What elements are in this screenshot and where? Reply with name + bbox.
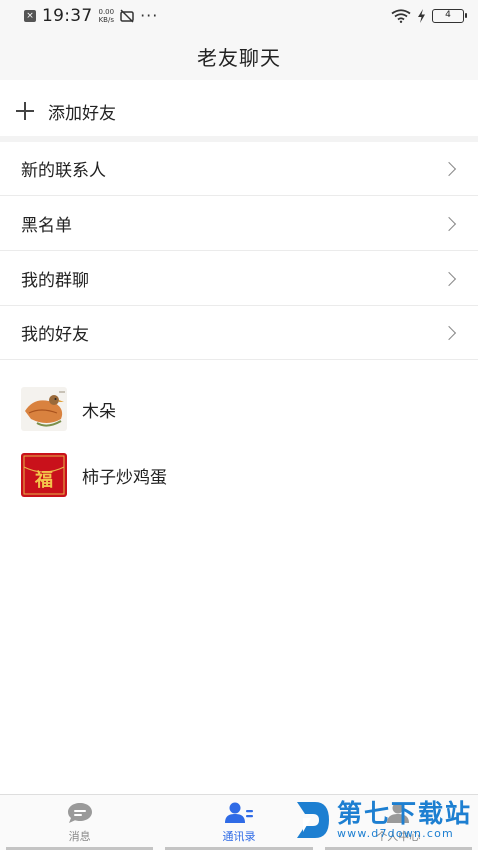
contact-name: 柿子炒鸡蛋 — [82, 467, 167, 488]
fu-red-envelope-image: 福 — [21, 453, 67, 497]
screen-record-icon — [120, 9, 134, 23]
battery-icon: 4 — [432, 9, 467, 23]
tab-label: 个人中心 — [376, 830, 421, 843]
plus-icon — [16, 102, 34, 120]
tab-label: 通讯录 — [222, 830, 256, 843]
bird-on-leaf-image — [21, 387, 67, 431]
chevron-right-icon — [441, 161, 457, 176]
notification-icon: × — [24, 10, 36, 22]
avatar — [21, 387, 67, 431]
network-speed-unit: KB/s — [98, 16, 114, 24]
tab-contacts[interactable]: 通讯录 — [159, 795, 318, 850]
menu-item-label: 新的联系人 — [21, 161, 106, 181]
status-bar: × 19:37 0.00 KB/s ··· 4 — [0, 0, 478, 32]
menu-item-label: 我的群聊 — [21, 271, 89, 291]
network-speed-value: 0.00 — [98, 8, 115, 16]
menu-item-my-friends[interactable]: 我的好友 — [0, 306, 478, 360]
tab-profile[interactable]: 个人中心 — [319, 795, 478, 850]
menu-item-label: 我的好友 — [21, 325, 89, 345]
contact-name: 木朵 — [82, 401, 116, 422]
chevron-right-icon — [441, 271, 457, 286]
fu-character: 福 — [34, 469, 53, 491]
tab-messages[interactable]: 消息 — [0, 795, 159, 850]
wifi-icon — [391, 9, 411, 23]
tab-label: 消息 — [68, 830, 91, 843]
chat-bubble-icon — [67, 803, 92, 823]
menu-item-label: 黑名单 — [21, 216, 72, 236]
app-header: 老友聊天 — [0, 32, 478, 80]
menu-item-new-contacts[interactable]: 新的联系人 — [0, 142, 478, 196]
contact-item[interactable]: 木朵 — [0, 381, 478, 437]
menu-item-my-groups[interactable]: 我的群聊 — [0, 252, 478, 306]
status-time: 19:37 — [42, 6, 93, 26]
person-icon — [387, 802, 410, 823]
contacts-icon — [224, 802, 253, 823]
charging-icon — [418, 9, 425, 23]
add-friend-label: 添加好友 — [48, 103, 116, 124]
add-friend-button[interactable]: 添加好友 — [0, 88, 478, 134]
contact-item[interactable]: 福 柿子炒鸡蛋 — [0, 447, 478, 503]
menu-item-blacklist[interactable]: 黑名单 — [0, 197, 478, 251]
more-notifications-icon: ··· — [140, 6, 159, 25]
chevron-right-icon — [441, 216, 457, 231]
network-speed: 0.00 KB/s — [99, 8, 115, 24]
chevron-right-icon — [441, 325, 457, 340]
bottom-tab-bar: 消息 通讯录 个人中心 — [0, 794, 478, 850]
page-title: 老友聊天 — [197, 45, 281, 70]
avatar: 福 — [21, 453, 67, 497]
